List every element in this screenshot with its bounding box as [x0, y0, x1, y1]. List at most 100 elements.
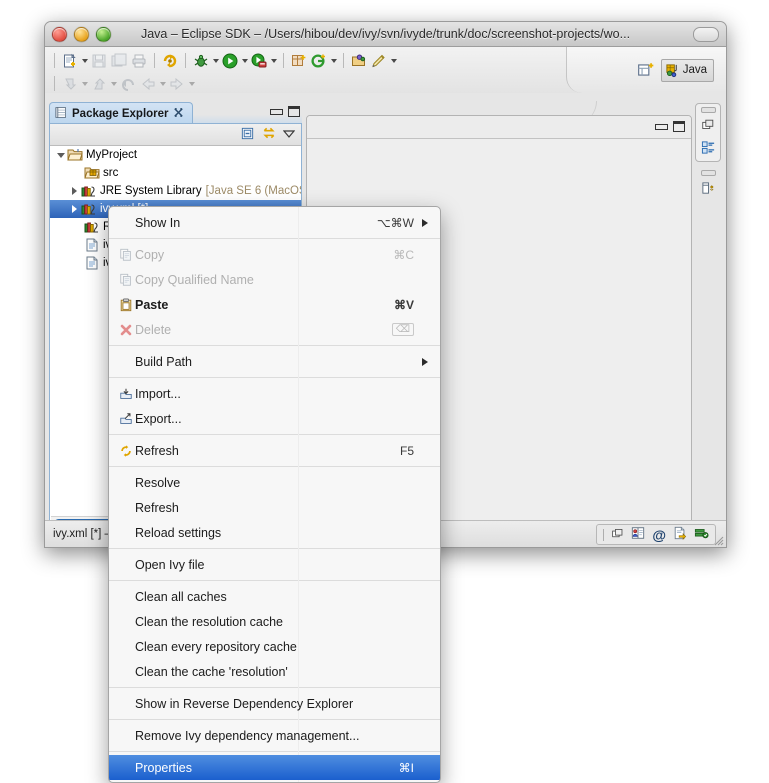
menu-item-copy[interactable]: Copy ⌘C: [109, 242, 440, 267]
window-title: Java – Eclipse SDK – /Users/hibou/dev/iv…: [140, 27, 631, 41]
run-dropdown[interactable]: [240, 51, 249, 71]
new-wizard-dropdown[interactable]: [80, 51, 89, 71]
menu-item-copy-qualified-name[interactable]: Copy Qualified Name: [109, 267, 440, 292]
collapse-all-icon[interactable]: [240, 126, 255, 144]
document-arrow-icon[interactable]: [673, 526, 687, 543]
menu-item-clean-every-repository-cache[interactable]: Clean every repository cache: [109, 634, 440, 659]
drag-handle[interactable]: [700, 107, 716, 113]
build-all-button[interactable]: [160, 51, 180, 71]
menu-separator: [109, 719, 440, 720]
open-type-button[interactable]: [349, 51, 369, 71]
next-annotation-dropdown[interactable]: [80, 74, 89, 94]
tab-package-explorer[interactable]: Package Explorer: [49, 102, 193, 124]
menu-item-resolve[interactable]: Resolve: [109, 470, 440, 495]
copy-stack-icon[interactable]: [701, 118, 715, 135]
server-icon[interactable]: [694, 526, 709, 543]
chevron-down-icon[interactable]: [282, 128, 296, 142]
twisty-icon[interactable]: [68, 185, 81, 198]
import-icon: [117, 387, 135, 401]
project-icon: [67, 148, 83, 163]
menu-item-paste[interactable]: Paste ⌘V: [109, 292, 440, 317]
menu-item-export[interactable]: Export...: [109, 406, 440, 431]
toolbar-separator: [343, 53, 344, 68]
menu-item-show-in-reverse-dependency-explorer[interactable]: Show in Reverse Dependency Explorer: [109, 691, 440, 716]
menu-item-clean-all-caches[interactable]: Clean all caches: [109, 584, 440, 609]
back-button[interactable]: [138, 74, 158, 94]
user-badge-icon[interactable]: [631, 526, 645, 543]
twisty-icon[interactable]: [54, 149, 67, 162]
close-icon[interactable]: [173, 107, 184, 121]
package-explorer-toolbar: [50, 124, 301, 146]
close-button[interactable]: [52, 27, 67, 42]
maximize-view-button[interactable]: [288, 106, 300, 117]
search-dropdown[interactable]: [389, 51, 398, 71]
forward-dropdown[interactable]: [187, 74, 196, 94]
previous-annotation-dropdown[interactable]: [109, 74, 118, 94]
at-sign-icon[interactable]: @: [652, 528, 666, 542]
menu-item-import[interactable]: Import...: [109, 381, 440, 406]
menu-item-shortcut: ⌘C: [393, 247, 414, 262]
forward-button[interactable]: [167, 74, 187, 94]
last-edit-location-button[interactable]: [118, 74, 138, 94]
toolbar-toggle-button[interactable]: [693, 27, 719, 42]
save-all-button[interactable]: [109, 51, 129, 71]
editor-stack-icon[interactable]: [611, 527, 624, 543]
menu-item-properties[interactable]: Properties ⌘I: [109, 755, 440, 780]
menu-item-build-path[interactable]: Build Path: [109, 349, 440, 374]
tree-label: MyProject: [86, 149, 138, 161]
tree-row[interactable]: JRE System Library [Java SE 6 (MacOS: [50, 182, 301, 200]
menu-item-clean-cache-resolution[interactable]: Clean the cache 'resolution': [109, 659, 440, 684]
minimize-button[interactable]: [74, 27, 89, 42]
menu-item-show-in[interactable]: Show In ⌥⌘W: [109, 210, 440, 235]
new-class-button[interactable]: [309, 51, 329, 71]
menu-item-refresh[interactable]: Refresh F5: [109, 438, 440, 463]
outline-icon[interactable]: [701, 140, 716, 158]
link-with-editor-icon[interactable]: [261, 126, 277, 144]
back-dropdown[interactable]: [158, 74, 167, 94]
previous-annotation-button[interactable]: [89, 74, 109, 94]
tree-row[interactable]: src: [50, 164, 301, 182]
menu-item-open-ivy-file[interactable]: Open Ivy file: [109, 552, 440, 577]
tree-row[interactable]: MyProject: [50, 146, 301, 164]
minimize-view-button[interactable]: [270, 108, 283, 115]
properties-view-icon[interactable]: [701, 181, 716, 199]
new-class-dropdown[interactable]: [329, 51, 338, 71]
next-annotation-button[interactable]: [60, 74, 80, 94]
external-tools-dropdown[interactable]: [269, 51, 278, 71]
external-tools-button[interactable]: [249, 51, 269, 71]
menu-item-delete[interactable]: Delete ⌫: [109, 317, 440, 342]
menu-item-reload-settings[interactable]: Reload settings: [109, 520, 440, 545]
menu-item-ivy-refresh[interactable]: Refresh: [109, 495, 440, 520]
menu-separator: [109, 238, 440, 239]
copy-icon: [117, 248, 135, 262]
search-button[interactable]: [369, 51, 389, 71]
toolbar-separator: [54, 53, 55, 68]
open-perspective-icon[interactable]: [637, 61, 655, 79]
menu-item-label: Clean all caches: [135, 589, 227, 604]
perspective-tab-java[interactable]: Java: [660, 58, 714, 82]
save-button[interactable]: [89, 51, 109, 71]
run-button[interactable]: [220, 51, 240, 71]
xml-file-icon: [84, 256, 100, 271]
menu-item-clean-resolution-cache[interactable]: Clean the resolution cache: [109, 609, 440, 634]
menu-item-label: Delete: [135, 322, 172, 337]
menu-item-remove-ivy-dependency-management[interactable]: Remove Ivy dependency management...: [109, 723, 440, 748]
new-java-project-button[interactable]: [289, 51, 309, 71]
menu-item-label: Properties: [135, 760, 192, 775]
drag-handle[interactable]: [700, 170, 716, 176]
zoom-button[interactable]: [96, 27, 111, 42]
new-wizard-button[interactable]: [60, 51, 80, 71]
menu-item-label: Reload settings: [135, 525, 222, 540]
print-button[interactable]: [129, 51, 149, 71]
resize-grip[interactable]: [712, 534, 724, 546]
tree-label: JRE System Library: [100, 185, 202, 197]
debug-dropdown[interactable]: [211, 51, 220, 71]
maximize-editor-button[interactable]: [673, 121, 685, 132]
debug-button[interactable]: [191, 51, 211, 71]
perspective-switcher: Java: [566, 47, 726, 93]
twisty-icon[interactable]: [68, 203, 81, 216]
status-trim-icons: @: [596, 524, 716, 545]
minimize-editor-button[interactable]: [655, 123, 668, 130]
